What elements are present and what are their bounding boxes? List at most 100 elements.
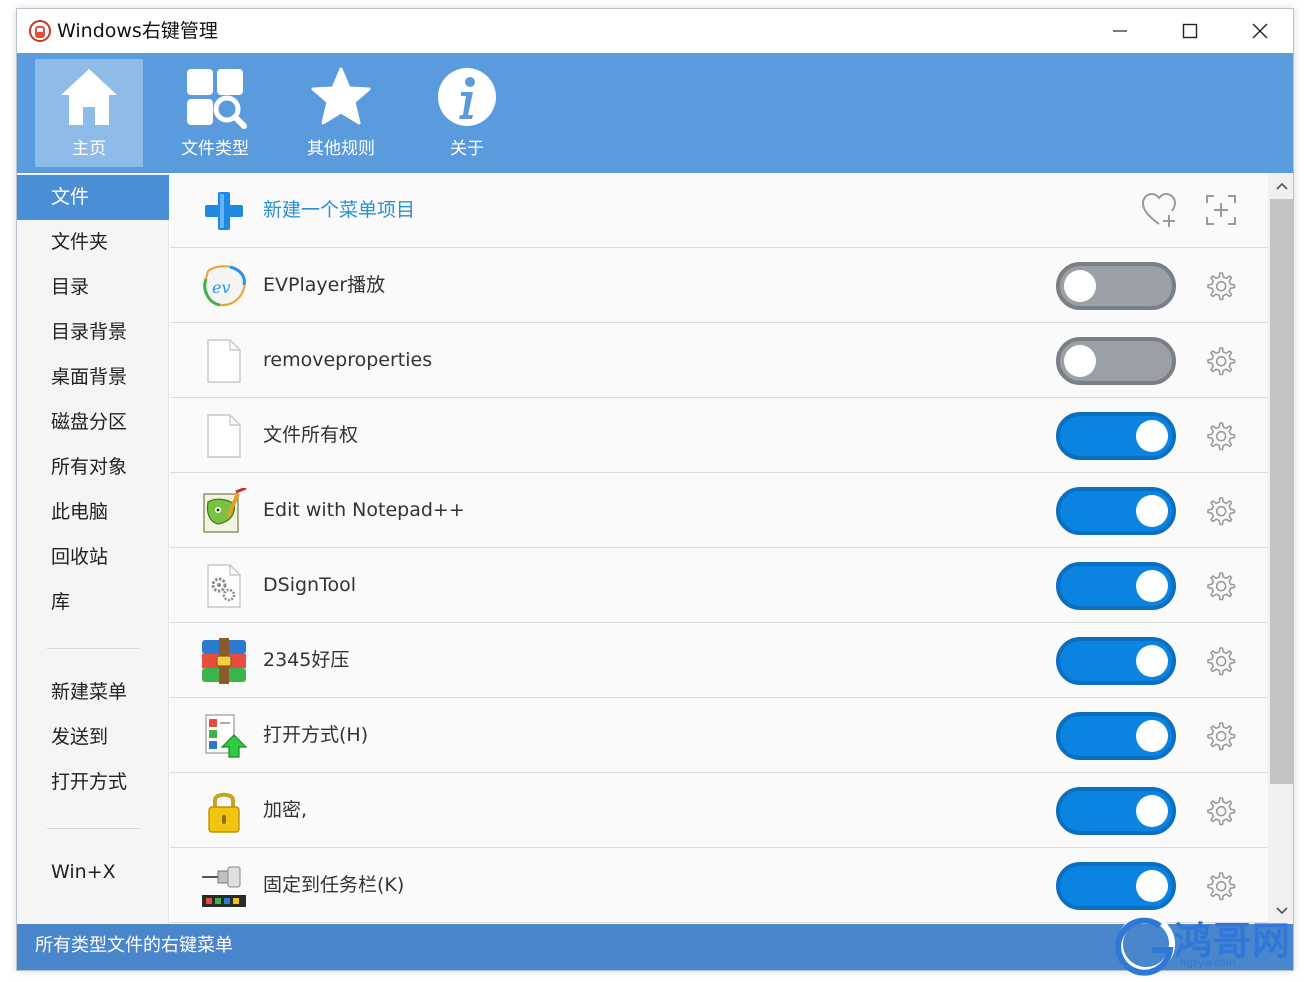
minimize-icon	[1113, 30, 1127, 32]
archive-icon	[202, 638, 246, 684]
sidebar-item-all-objects[interactable]: 所有对象	[17, 445, 169, 490]
vertical-scrollbar[interactable]	[1268, 173, 1293, 924]
menu-item-row: 加密,	[170, 773, 1268, 848]
file-type-search-icon	[187, 69, 247, 129]
menu-item-label: 加密,	[263, 799, 308, 821]
sidebar-item-send-to[interactable]: 发送到	[17, 715, 169, 760]
menu-item-row: 打开方式(H)	[170, 698, 1268, 773]
menu-item-toggle[interactable]	[1056, 862, 1176, 910]
menu-item-label: DSignTool	[263, 574, 356, 596]
nav-file-type[interactable]: 文件类型	[161, 59, 269, 167]
blank-file-icon	[207, 339, 241, 383]
app-logo-icon	[29, 20, 51, 42]
menu-item-row: Edit with Notepad++	[170, 473, 1268, 548]
nav-other-rules[interactable]: 其他规则	[287, 59, 395, 167]
nav-about-label: 关于	[450, 139, 484, 159]
add-plus-icon	[205, 192, 243, 230]
menu-item-row: 2345好压	[170, 623, 1268, 698]
nav-file-type-label: 文件类型	[181, 139, 249, 159]
toggle-knob	[1064, 345, 1096, 377]
favorite-heart-plus-icon[interactable]	[1140, 191, 1178, 229]
menu-item-toggle[interactable]	[1056, 712, 1176, 760]
nav-home[interactable]: 主页	[35, 59, 143, 167]
sidebar-item-recycle-bin[interactable]: 回收站	[17, 535, 169, 580]
toggle-knob	[1136, 420, 1168, 452]
gear-file-icon	[207, 564, 241, 608]
sidebar-item-this-pc[interactable]: 此电脑	[17, 490, 169, 535]
menu-item-label: Edit with Notepad++	[263, 499, 465, 521]
sidebar-divider	[47, 828, 139, 829]
sidebar-item-file[interactable]: 文件	[17, 175, 169, 220]
menu-item-row: 文件所有权	[170, 398, 1268, 473]
new-menu-item-label: 新建一个菜单项目	[263, 199, 416, 221]
menu-item-toggle[interactable]	[1056, 637, 1176, 685]
toggle-knob	[1136, 495, 1168, 527]
sidebar-item-win-x[interactable]: Win+X	[17, 850, 169, 895]
blank-file-icon	[207, 414, 241, 458]
settings-gear-icon[interactable]	[1204, 720, 1236, 752]
close-button[interactable]	[1225, 9, 1293, 53]
sidebar-item-library[interactable]: 库	[17, 580, 169, 625]
svg-text:ev: ev	[212, 278, 231, 297]
lock-icon	[208, 792, 240, 833]
menu-item-label: 打开方式(H)	[263, 724, 369, 746]
settings-gear-icon[interactable]	[1204, 570, 1236, 602]
new-menu-item-row[interactable]: 新建一个菜单项目	[170, 173, 1268, 248]
menu-item-row: removeproperties	[170, 323, 1268, 398]
info-icon	[438, 68, 496, 126]
toggle-knob	[1136, 645, 1168, 677]
sidebar-item-new-menu[interactable]: 新建菜单	[17, 670, 169, 715]
sidebar-item-open-with[interactable]: 打开方式	[17, 760, 169, 805]
maximize-button[interactable]	[1155, 9, 1225, 53]
scroll-up-button[interactable]	[1268, 173, 1293, 199]
settings-gear-icon[interactable]	[1204, 420, 1236, 452]
evplayer-icon: ev	[203, 265, 246, 307]
settings-gear-icon[interactable]	[1204, 645, 1236, 677]
watermark-text: 鸿哥网	[1174, 919, 1292, 963]
close-icon	[1252, 23, 1268, 39]
menu-item-row: ev EVPlayer播放	[170, 248, 1268, 323]
menu-item-label: removeproperties	[263, 349, 433, 371]
status-text: 所有类型文件的右键菜单	[35, 935, 233, 956]
nav-about[interactable]: 关于	[413, 59, 521, 167]
star-icon	[311, 67, 371, 125]
sidebar-item-directory[interactable]: 目录	[17, 265, 169, 310]
sidebar-item-folder[interactable]: 文件夹	[17, 220, 169, 265]
menu-item-toggle[interactable]	[1056, 337, 1176, 385]
settings-gear-icon[interactable]	[1204, 270, 1236, 302]
sidebar-divider	[47, 648, 139, 649]
menu-item-toggle[interactable]	[1056, 562, 1176, 610]
settings-gear-icon[interactable]	[1204, 495, 1236, 527]
menu-item-toggle[interactable]	[1056, 487, 1176, 535]
open-with-icon	[205, 714, 248, 758]
top-navigation: 主页 文件类型 其他规则 关于	[17, 53, 1293, 173]
title-bar: Windows右键管理	[17, 9, 1293, 53]
menu-item-label: 固定到任务栏(K)	[263, 874, 405, 896]
menu-item-label: 2345好压	[263, 649, 350, 671]
app-window: Windows右键管理 主页 文件类型 其他规则 关于 文件 文件夹 目录 目录…	[16, 8, 1294, 971]
settings-gear-icon[interactable]	[1204, 795, 1236, 827]
sidebar-item-directory-background[interactable]: 目录背景	[17, 310, 169, 355]
sidebar: 文件 文件夹 目录 目录背景 桌面背景 磁盘分区 所有对象 此电脑 回收站 库 …	[17, 173, 169, 924]
add-item-icon[interactable]	[1204, 193, 1238, 227]
settings-gear-icon[interactable]	[1204, 870, 1236, 902]
toggle-knob	[1136, 795, 1168, 827]
menu-item-toggle[interactable]	[1056, 787, 1176, 835]
settings-gear-icon[interactable]	[1204, 345, 1236, 377]
scrollbar-thumb[interactable]	[1270, 199, 1293, 784]
nav-other-rules-label: 其他规则	[307, 139, 375, 159]
sidebar-item-drive[interactable]: 磁盘分区	[17, 400, 169, 445]
menu-item-toggle[interactable]	[1056, 262, 1176, 310]
home-icon	[61, 69, 117, 125]
maximize-icon	[1182, 23, 1198, 39]
pin-taskbar-icon	[202, 866, 246, 907]
menu-item-row: DSignTool	[170, 548, 1268, 623]
watermark-subtext: hgzyw.com	[1180, 958, 1236, 969]
menu-item-toggle[interactable]	[1056, 412, 1176, 460]
menu-item-label: EVPlayer播放	[263, 274, 386, 296]
sidebar-item-desktop-background[interactable]: 桌面背景	[17, 355, 169, 400]
minimize-button[interactable]	[1085, 9, 1155, 53]
menu-item-label: 文件所有权	[263, 424, 359, 446]
nav-home-label: 主页	[72, 139, 106, 159]
toggle-knob	[1136, 570, 1168, 602]
